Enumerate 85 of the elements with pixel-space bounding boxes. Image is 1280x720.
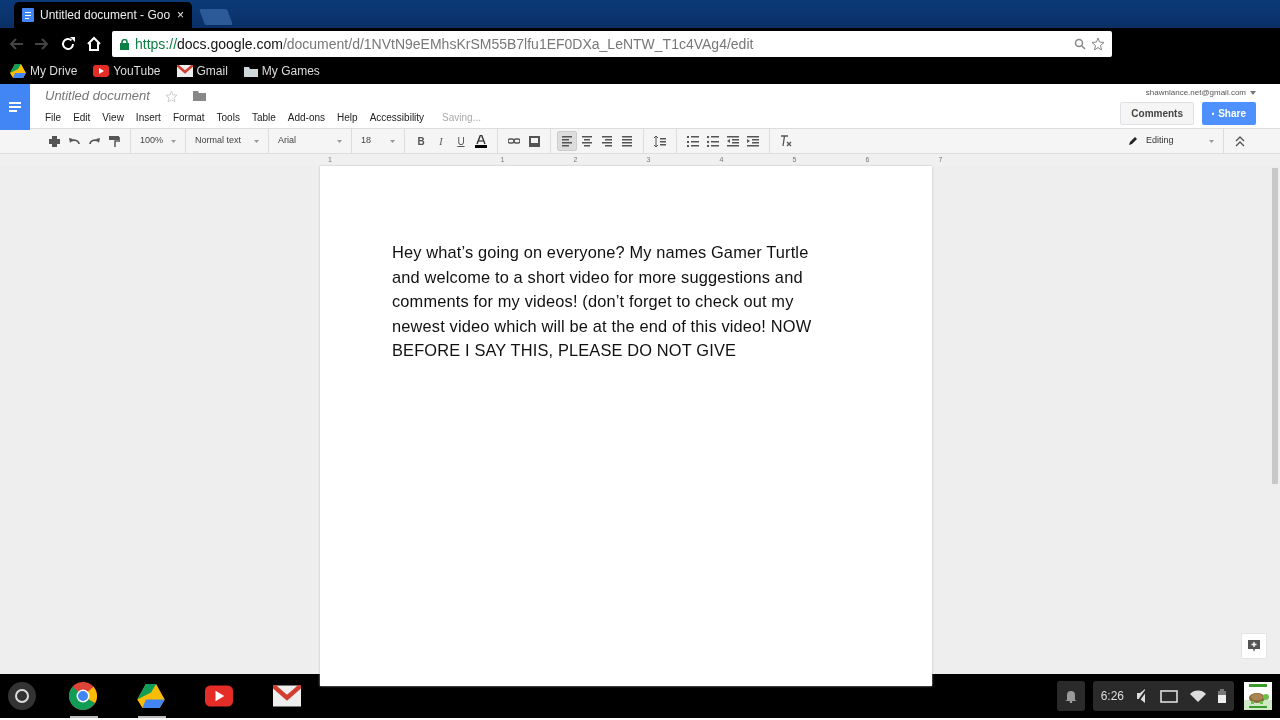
editing-mode-dropdown[interactable]: Editing (1125, 131, 1217, 151)
screen-icon (1160, 689, 1178, 703)
line-spacing-icon (654, 135, 666, 147)
caret-icon (1209, 139, 1214, 143)
menu-item[interactable]: File (39, 109, 68, 125)
font-size-dropdown[interactable]: 18 (358, 131, 398, 151)
style-dropdown[interactable]: Normal text (192, 131, 262, 151)
menu-item[interactable]: Add-ons (281, 109, 332, 125)
folder-icon (243, 65, 258, 77)
bookmark-link[interactable]: Gmail (176, 62, 228, 80)
caret-icon (254, 139, 259, 143)
drive-icon (10, 64, 26, 78)
text-color-icon (475, 134, 487, 148)
browser-tab[interactable]: Untitled document - Goo × (14, 2, 192, 28)
bookmark-link[interactable]: My Drive (10, 62, 78, 80)
account-menu[interactable]: shawnlance.net@gmail.com (1145, 84, 1256, 102)
undo-icon (68, 135, 80, 147)
underline-button[interactable]: U (451, 131, 471, 151)
save-status: Saving... (441, 110, 483, 125)
clear-formatting-icon (780, 135, 792, 147)
docs-menu-button[interactable] (0, 84, 30, 130)
notifications-button[interactable] (1056, 681, 1085, 711)
menu-item[interactable]: Format (166, 109, 211, 125)
add-comment-icon (1248, 640, 1260, 652)
comment-icon (528, 135, 540, 147)
align-right-icon (602, 135, 612, 147)
search-icon[interactable] (1074, 38, 1086, 50)
drive-icon[interactable] (137, 684, 165, 708)
decrease-indent-icon (727, 135, 739, 147)
clock-time: 6:26 (1100, 688, 1124, 705)
menu-item[interactable]: Accessibility (363, 109, 431, 125)
bold-button[interactable]: B (411, 131, 431, 151)
zoom-dropdown[interactable]: 100% (137, 131, 179, 151)
increase-indent-icon (747, 135, 759, 147)
align-left-icon (562, 135, 572, 147)
reload-icon[interactable] (60, 36, 76, 52)
star-icon[interactable] (1092, 38, 1104, 50)
paint-roller-icon (108, 135, 120, 147)
status-tray[interactable]: 6:26 (1092, 681, 1234, 711)
menu-item[interactable]: Tools (210, 109, 246, 125)
comments-button[interactable]: Comments (1120, 102, 1194, 125)
italic-button[interactable]: I (431, 131, 451, 151)
align-left-button[interactable] (557, 131, 577, 151)
mail-icon (176, 65, 193, 77)
bookmark-link[interactable]: YouTube (93, 62, 161, 80)
bookmark-link[interactable]: My Games (243, 62, 320, 80)
bell-icon (1064, 689, 1077, 703)
address-bar[interactable]: https://docs.google.com/document/d/1NVtN9eEMhsKrSM55B7lfu1EF0DXa_LeNTW_T1c4VAg4/edit (112, 31, 1112, 57)
menu-item[interactable]: View (96, 109, 130, 125)
close-button[interactable]: × (177, 6, 184, 24)
home-icon[interactable] (86, 36, 102, 52)
link-icon (508, 137, 520, 145)
star-icon[interactable] (165, 90, 177, 102)
play-icon (93, 65, 110, 77)
wifi-icon (1190, 690, 1206, 702)
bulleted-list-icon (707, 135, 719, 147)
font-dropdown[interactable]: Arial (275, 131, 345, 151)
play-icon[interactable] (205, 685, 233, 707)
redo-icon (88, 135, 100, 147)
battery-icon (1218, 689, 1226, 703)
menu-item[interactable]: Help (331, 109, 364, 125)
document-icon (22, 8, 34, 22)
caret-icon (337, 139, 342, 143)
launcher-icon[interactable] (8, 682, 36, 710)
align-justify-icon (622, 135, 632, 147)
align-center-icon (582, 135, 592, 147)
url-text: https://docs.google.com/document/d/1NVtN9eEMhsKrSM55B7lfu1EF0DXa_LeNTW_T1c4VAg4/edit (135, 34, 754, 54)
mail-icon[interactable] (273, 685, 301, 707)
menu-item[interactable]: Insert (129, 109, 167, 125)
folder-icon[interactable] (192, 91, 206, 101)
document-text: Hey what’s going on everyone? My names Gamer Turtle and welcome to a short video for more suggestions and comments for my videos! (don’t forget to check out my newest video which will be at the end of this video! NOW BEFORE I SAY THIS, PLEASE DO NOT GIVE (392, 242, 813, 362)
explore-button[interactable] (1242, 634, 1266, 658)
menu-icon (9, 102, 21, 112)
scrollbar[interactable] (1272, 168, 1278, 484)
chrome-icon[interactable] (69, 682, 97, 710)
caret-icon (390, 139, 395, 143)
caret-icon (1250, 91, 1256, 95)
caret-icon (171, 139, 176, 143)
menu-item[interactable]: Edit (67, 109, 97, 125)
collapse-icon (1235, 135, 1245, 147)
tab-title: Untitled document - Goo (40, 7, 171, 24)
document-title[interactable]: Untitled document (45, 86, 150, 106)
pencil-icon (1128, 136, 1138, 146)
muted-speaker-icon (1136, 689, 1148, 703)
menu-item[interactable]: Table (245, 109, 282, 125)
